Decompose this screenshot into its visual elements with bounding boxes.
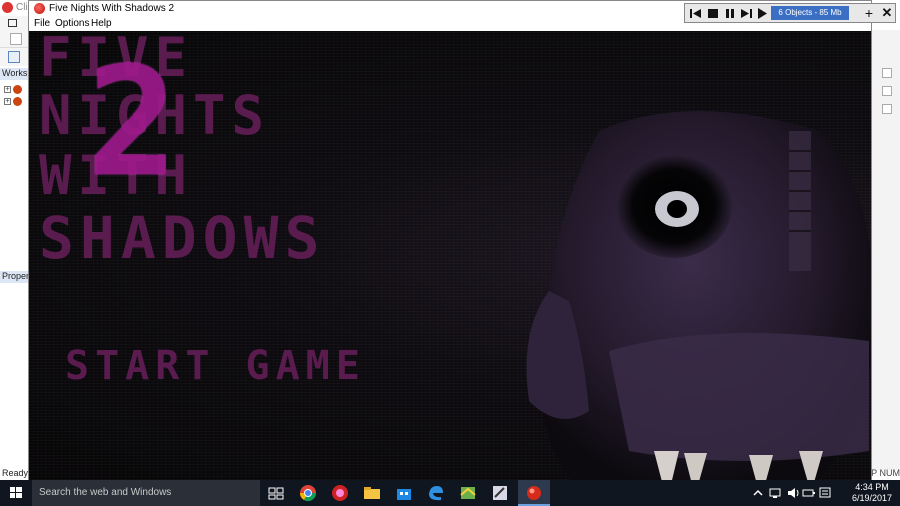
game-taskbar-icon — [527, 486, 541, 500]
clock-time: 4:34 PM — [855, 482, 889, 492]
edge-icon[interactable] — [426, 483, 446, 503]
editor-app-icon — [2, 2, 13, 13]
logo-line-shadows: SHADOWS — [39, 204, 326, 272]
start-game-button[interactable]: START GAME — [65, 343, 366, 389]
shadow-animatronic-image — [526, 111, 871, 480]
plus-icon[interactable]: + — [861, 5, 877, 21]
game-stage[interactable]: FIVE NIGHTS WITH SHADOWS 2 START GAME — [29, 31, 871, 480]
editor-taskbar-icon[interactable] — [490, 483, 510, 503]
close-icon[interactable]: ✕ — [879, 5, 895, 21]
editor-toolbar-2 — [0, 48, 28, 66]
show-hidden-icons-icon[interactable] — [752, 480, 764, 506]
battery-icon[interactable] — [802, 480, 816, 506]
store-icon[interactable] — [394, 483, 414, 503]
logo-number-two: 2 — [87, 36, 178, 210]
game-taskbar-button[interactable] — [518, 480, 550, 506]
file-explorer-icon[interactable] — [362, 483, 382, 503]
editor-right-strip — [872, 30, 900, 470]
expand-icon[interactable]: + — [4, 86, 11, 93]
game-title: Five Nights With Shadows 2 — [49, 3, 175, 14]
new-file-icon[interactable] — [10, 33, 22, 45]
volume-icon[interactable] — [786, 480, 800, 506]
app-node-icon — [13, 85, 22, 94]
menu-file[interactable]: File — [34, 18, 50, 29]
expand-icon[interactable]: + — [4, 98, 11, 105]
network-icon[interactable] — [768, 480, 782, 506]
panel-toggle-icon[interactable] — [882, 68, 892, 78]
panel-toggle-icon[interactable] — [882, 86, 892, 96]
taskbar-clock[interactable]: 4:34 PM 6/19/2017 — [852, 482, 892, 504]
debug-toolbar: 6 Objects - 85 Mb + ✕ — [684, 3, 896, 23]
step-forward-icon[interactable] — [739, 7, 753, 20]
stop-icon[interactable] — [706, 7, 720, 20]
clock-date: 6/19/2017 — [851, 493, 892, 503]
screen: Cli Worksp + + Propert Ready P NUM Five … — [0, 0, 900, 506]
task-view-icon[interactable] — [266, 483, 286, 503]
menu-help[interactable]: Help — [91, 18, 112, 29]
editor-title: Cli — [16, 2, 28, 13]
game-app-icon — [34, 3, 45, 14]
workspace-tree-item[interactable]: + — [4, 97, 24, 107]
workspace-tree-item[interactable]: + — [4, 85, 24, 95]
skip-back-icon[interactable] — [689, 7, 703, 20]
pause-icon[interactable] — [723, 7, 737, 20]
editor-toolbar — [0, 30, 28, 48]
windows-start-icon[interactable] — [0, 480, 32, 506]
objects-memory-readout: 6 Objects - 85 Mb — [771, 6, 849, 20]
editor-menubar — [0, 16, 28, 30]
action-center-icon[interactable] — [818, 480, 832, 506]
editor-menu-icon[interactable] — [8, 19, 17, 27]
game-window: Five Nights With Shadows 2 File Options … — [28, 0, 872, 480]
clickteam-icon[interactable] — [330, 483, 350, 503]
panel-toggle-icon[interactable] — [882, 104, 892, 114]
maps-icon[interactable] — [458, 483, 478, 503]
editor-right-status: P NUM — [871, 468, 900, 478]
editor-status: Ready — [2, 468, 29, 478]
chrome-icon[interactable] — [298, 483, 318, 503]
taskbar-search-input[interactable]: Search the web and Windows — [32, 480, 260, 506]
app-node-icon — [13, 97, 22, 106]
properties-panel-header: Propert — [0, 271, 32, 283]
windows-taskbar: Search the web and Windows 4:34 PM 6/19/… — [0, 480, 900, 506]
workspace-panel-header: Worksp — [0, 68, 32, 80]
play-icon[interactable] — [755, 7, 769, 20]
search-icon[interactable] — [8, 51, 20, 63]
menu-options[interactable]: Options — [55, 18, 89, 29]
